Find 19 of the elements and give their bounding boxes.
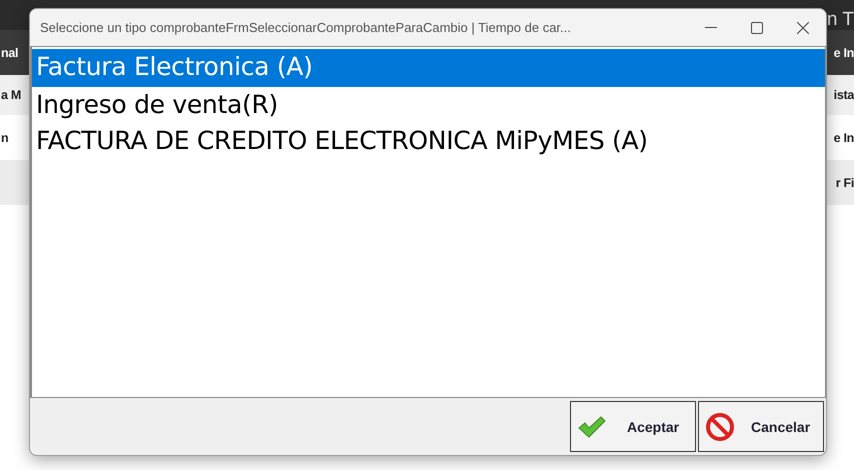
app-title: n T: [826, 9, 854, 31]
maximize-icon: [751, 22, 763, 34]
window-title: Seleccione un tipo comprobanteFrmSeleccionarComprobanteParaCambio | Tiempo de car...: [39, 20, 572, 35]
column-header: r Fi: [836, 176, 854, 190]
cancel-button[interactable]: Cancelar: [698, 401, 824, 452]
list-item[interactable]: Ingreso de venta(R): [32, 87, 825, 123]
column-header: nal: [1, 46, 18, 60]
close-icon: [797, 22, 809, 34]
column-header: ista: [834, 88, 854, 102]
column-header: e In: [834, 130, 854, 144]
minimize-icon: [705, 26, 717, 28]
accept-button[interactable]: Aceptar: [570, 401, 696, 452]
column-header: n: [1, 130, 8, 144]
column-header: e In: [834, 46, 854, 60]
list-item[interactable]: Factura Electronica (A): [32, 49, 825, 87]
list-item[interactable]: FACTURA DE CREDITO ELECTRONICA MiPyMES (A): [32, 123, 825, 159]
column-header: a M: [1, 88, 21, 102]
check-icon: [577, 414, 607, 438]
prohibited-icon: [705, 412, 735, 442]
